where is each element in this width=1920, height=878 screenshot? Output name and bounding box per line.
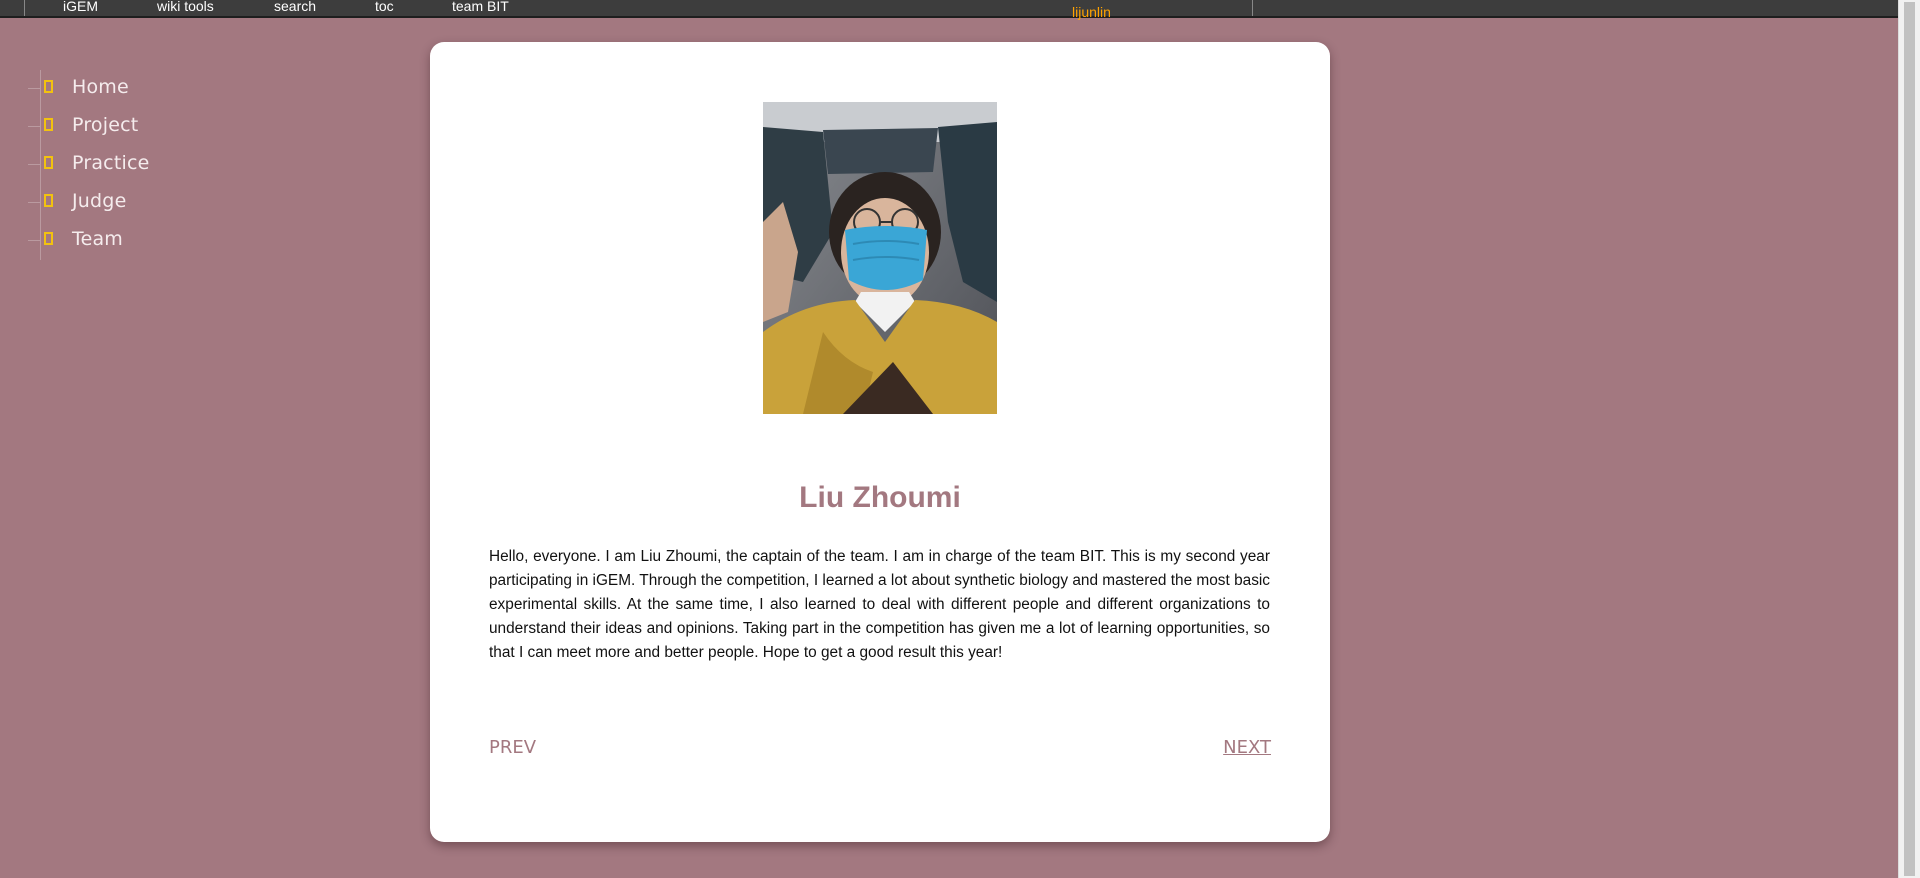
square-outline-icon <box>44 118 53 131</box>
menu-link-wiki-tools[interactable]: wiki tools <box>157 0 214 13</box>
prev-link[interactable]: PREV <box>489 736 536 760</box>
team-member-photo <box>763 102 997 414</box>
nav-tick <box>28 126 40 127</box>
next-link[interactable]: NEXT <box>1223 736 1271 760</box>
square-outline-icon <box>44 156 53 169</box>
nav-tick <box>28 240 40 241</box>
profile-card: Liu Zhoumi Hello, everyone. I am Liu Zho… <box>430 42 1330 842</box>
sidebar-item-label[interactable]: Judge <box>72 189 126 213</box>
square-outline-icon <box>44 232 53 245</box>
sidebar-item-label[interactable]: Practice <box>72 151 150 175</box>
nav-tick <box>28 202 40 203</box>
member-name: Liu Zhoumi <box>799 481 961 514</box>
sidebar-navigation: Home Project Practice Judge Team <box>28 70 228 260</box>
sidebar-item-project[interactable]: Project <box>28 108 228 146</box>
menu-link-igem[interactable]: iGEM <box>63 0 98 13</box>
sidebar-item-team[interactable]: Team <box>28 222 228 260</box>
menu-link-search[interactable]: search <box>274 0 316 13</box>
sidebar-item-label[interactable]: Project <box>72 113 138 137</box>
menu-link-toc[interactable]: toc <box>375 0 394 13</box>
member-bio: Hello, everyone. I am Liu Zhoumi, the ca… <box>489 548 1270 661</box>
nav-tick <box>28 164 40 165</box>
menu-link-team-bit[interactable]: team BIT <box>452 0 509 13</box>
sidebar-item-judge[interactable]: Judge <box>28 184 228 222</box>
sidebar-item-practice[interactable]: Practice <box>28 146 228 184</box>
scrollbar-thumb[interactable] <box>1904 2 1915 876</box>
username-link[interactable]: lijunlin <box>1072 4 1111 20</box>
square-outline-icon <box>44 80 53 93</box>
vertical-scrollbar[interactable] <box>1898 0 1920 878</box>
menu-divider <box>24 0 25 16</box>
portrait-image <box>763 102 997 414</box>
nav-tick <box>28 88 40 89</box>
square-outline-icon <box>44 194 53 207</box>
sidebar-item-home[interactable]: Home <box>28 70 228 108</box>
sidebar-item-label[interactable]: Home <box>72 75 129 99</box>
top-menu-bar: iGEM wiki tools search toc team BIT liju… <box>0 0 1899 20</box>
menu-divider <box>1252 0 1253 16</box>
sidebar-item-label[interactable]: Team <box>72 227 123 251</box>
